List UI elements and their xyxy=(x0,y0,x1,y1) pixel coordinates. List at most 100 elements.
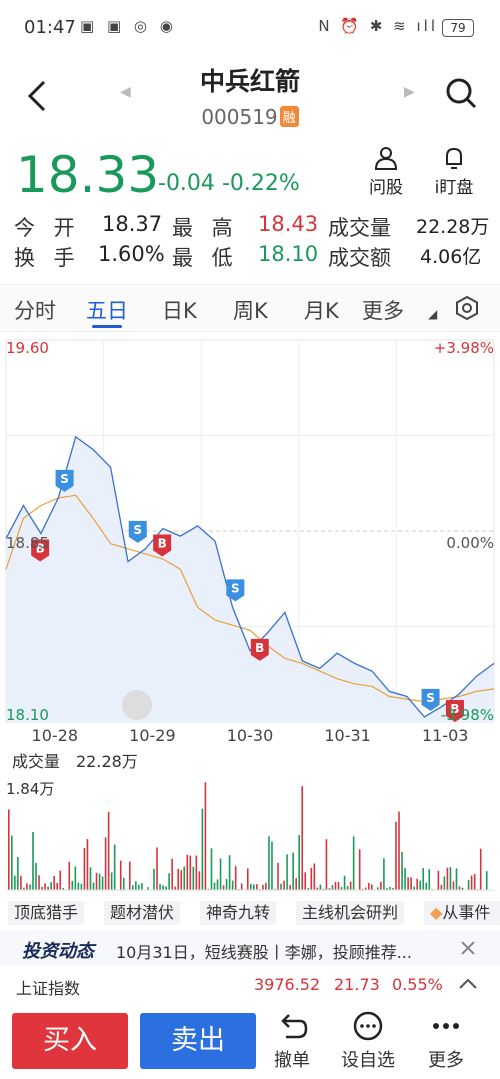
turnover-label: 换 手 xyxy=(14,246,81,270)
volume-bar xyxy=(107,811,110,890)
system-icons: N ⏰ ✱ ≋ ıll xyxy=(318,17,438,35)
volume-bar xyxy=(129,861,131,890)
tab-intraday[interactable]: 分时 xyxy=(14,295,56,325)
more-button[interactable]: 更多 xyxy=(416,1011,476,1072)
volume-bar xyxy=(346,886,349,890)
volume-bar xyxy=(479,848,482,890)
volume-bar xyxy=(292,852,294,890)
margin-badge: 融 xyxy=(279,106,299,127)
index-ticker[interactable]: 上证指数 3976.52 21.73 0.55% xyxy=(0,966,500,1002)
settings-icon[interactable] xyxy=(454,295,480,321)
chevron-up-icon[interactable] xyxy=(458,976,478,990)
volume-bar xyxy=(349,881,352,890)
volume-bar xyxy=(26,883,28,890)
volume-bar xyxy=(110,872,113,890)
amount-value: 4.06亿 xyxy=(420,246,482,268)
volume-bar xyxy=(231,880,234,890)
volume-bar xyxy=(213,882,216,890)
topic-chip[interactable]: 主线机会研判 xyxy=(296,901,405,925)
index-change: 21.73 xyxy=(334,975,380,994)
tab-monthly-k[interactable]: 月K xyxy=(304,295,339,325)
watch-button[interactable]: i盯盘 xyxy=(424,145,484,198)
tab-more[interactable]: 更多 xyxy=(362,295,404,325)
volume-bar xyxy=(401,851,403,890)
open-value: 18.37 xyxy=(102,212,163,236)
news-brand: 投资动态 xyxy=(22,941,94,962)
bottom-pct-label: -3.98% xyxy=(441,706,494,724)
volume-bar xyxy=(310,867,313,890)
volume-bars xyxy=(6,782,494,891)
news-ticker[interactable]: 投资动态 10月31日，短线赛股丨李娜，投顾推荐... xyxy=(0,930,500,966)
topic-chip[interactable]: ◆从事件 xyxy=(424,901,500,925)
battery-icon: 79 xyxy=(442,19,474,37)
volume-bar xyxy=(455,868,458,890)
add-watchlist-label: 设自选 xyxy=(341,1050,395,1071)
volume-bar xyxy=(367,882,370,890)
volume-bar xyxy=(98,873,101,890)
volume-bar xyxy=(268,836,270,890)
volume-bar xyxy=(407,877,409,890)
volume-bar xyxy=(280,883,282,890)
volume-bar xyxy=(8,809,10,890)
volume-bar xyxy=(422,868,425,890)
volume-bar xyxy=(14,875,16,890)
marker-label: B xyxy=(158,536,167,550)
open-label: 今 开 xyxy=(14,216,81,240)
marker-label: S xyxy=(133,523,142,537)
sell-button[interactable]: 卖出 xyxy=(140,1013,256,1069)
change-percent: -0.22% xyxy=(221,171,300,196)
volume-bar xyxy=(195,855,198,890)
volume-bar xyxy=(337,881,340,890)
volume-bar xyxy=(222,885,225,890)
volume-bar xyxy=(132,885,134,890)
topic-chip[interactable]: 神奇九转 xyxy=(200,901,277,925)
close-icon[interactable] xyxy=(460,940,476,956)
topic-chip[interactable]: 顶底猎手 xyxy=(8,901,85,925)
volume-bar xyxy=(383,858,385,890)
marker-label: S xyxy=(426,691,435,705)
ask-stock-label: 问股 xyxy=(369,178,403,198)
volume-bar xyxy=(138,884,140,890)
volume-bar xyxy=(295,878,297,890)
volume-bar xyxy=(89,867,92,890)
buy-button[interactable]: 买入 xyxy=(12,1013,128,1069)
volume-bar xyxy=(449,867,452,890)
volume-bar xyxy=(29,884,31,890)
volume-bar xyxy=(180,870,183,890)
volume-bar xyxy=(437,870,440,890)
volume-bar xyxy=(83,848,86,890)
add-watchlist-button[interactable]: 设自选 xyxy=(338,1011,398,1072)
volume-bar xyxy=(246,868,249,890)
tab-weekly-k[interactable]: 周K xyxy=(233,295,268,325)
sell-marker: S xyxy=(128,520,147,543)
tab-five-day[interactable]: 五日 xyxy=(86,295,128,325)
volume-bar xyxy=(80,883,83,890)
volume-bar xyxy=(122,877,125,890)
ask-stock-button[interactable]: 问股 xyxy=(356,145,416,198)
tab-daily-k[interactable]: 日K xyxy=(162,295,197,325)
turnover-value: 1.60% xyxy=(98,242,165,266)
x-axis-labels: 10-28 10-29 10-30 10-31 11-03 xyxy=(32,726,469,745)
cancel-order-button[interactable]: 撤单 xyxy=(262,1011,322,1072)
volume-bar xyxy=(452,881,455,890)
person-icon xyxy=(374,147,398,170)
volume-bar xyxy=(440,884,443,890)
volume-bar xyxy=(32,831,34,890)
mid-pct-label: 0.00% xyxy=(446,534,494,552)
volume-bar xyxy=(156,847,158,890)
sell-marker: S xyxy=(421,688,440,711)
topic-chip[interactable]: 题材潜伏 xyxy=(104,901,181,925)
search-button[interactable] xyxy=(444,76,478,110)
bell-icon xyxy=(446,147,462,169)
volume-bar xyxy=(240,883,243,890)
volume-bar xyxy=(358,849,361,890)
five-day-chart[interactable]: SB BSBSBS 19.60 +3.98% 18.85 0.00% 18.10 … xyxy=(0,334,500,894)
volume-bar xyxy=(398,811,400,890)
search-icon xyxy=(446,78,477,109)
volume-bar xyxy=(77,882,80,890)
top-pct-label: +3.98% xyxy=(434,339,494,357)
marker-label: S xyxy=(60,472,69,486)
volume-bar xyxy=(53,875,55,890)
volume-bar xyxy=(313,863,316,890)
x-axis-label: 10-31 xyxy=(324,726,371,745)
